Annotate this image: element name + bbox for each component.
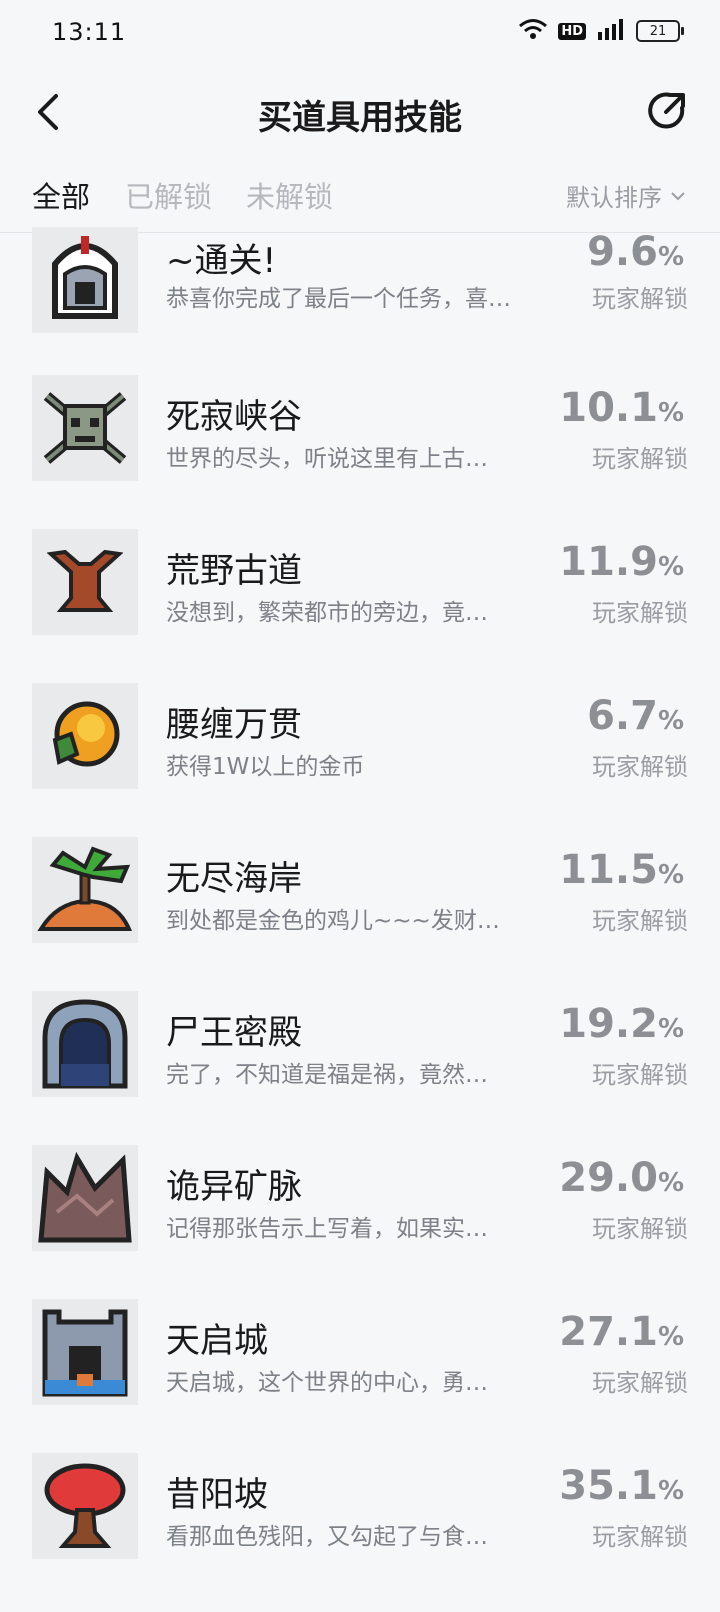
item-name: 腰缠万贯 [166, 705, 302, 745]
unlock-label: 玩家解锁 [592, 907, 688, 935]
item-name: 诡异矿脉 [166, 1167, 302, 1207]
helmet-icon [32, 227, 138, 333]
unlock-percentage: 29.0% [559, 1155, 684, 1201]
chevron-down-icon [671, 191, 685, 200]
item-description: 没想到，繁荣都市的旁边，竟… [166, 600, 488, 626]
unlock-percentage: 9.6% [587, 229, 684, 275]
signal-icon [596, 18, 626, 44]
battery-icon: 21 [636, 20, 684, 42]
tab-unlocked[interactable]: 已解锁 [125, 174, 212, 216]
list-item[interactable]: 天启城 天启城，这个世界的中心，勇… 27.1% 玩家解锁 [0, 1299, 720, 1457]
list-item[interactable]: 腰缠万贯 获得1W以上的金币 6.7% 玩家解锁 [0, 683, 720, 841]
unlock-label: 玩家解锁 [592, 1061, 688, 1089]
item-description: 记得那张告示上写着，如果实… [166, 1216, 488, 1242]
wifi-icon [518, 18, 548, 44]
palm-island-icon [32, 837, 138, 943]
status-icons: HD 21 [518, 18, 684, 44]
unlock-label: 玩家解锁 [592, 445, 688, 473]
item-name: 无尽海岸 [166, 859, 302, 899]
item-name: ~通关! [166, 241, 277, 281]
crypt-door-icon [32, 991, 138, 1097]
tab-all[interactable]: 全部 [32, 174, 90, 216]
unlock-percentage: 11.9% [559, 539, 684, 585]
battery-level: 21 [649, 23, 667, 39]
tree-stump-icon [32, 529, 138, 635]
item-description: 获得1W以上的金币 [166, 754, 365, 780]
item-description: 完了，不知道是福是祸，竟然… [166, 1062, 488, 1088]
unlock-label: 玩家解锁 [592, 599, 688, 627]
sort-dropdown[interactable]: 默认排序 [566, 178, 686, 213]
unlock-percentage: 35.1% [559, 1463, 684, 1509]
rock-icon [32, 1145, 138, 1251]
item-description: 恭喜你完成了最后一个任务，喜… [166, 286, 511, 312]
status-time: 13:11 [52, 18, 127, 46]
unlock-label: 玩家解锁 [592, 1215, 688, 1243]
unlock-label: 玩家解锁 [592, 753, 688, 781]
sort-label: 默认排序 [566, 184, 662, 212]
list-item[interactable]: 死寂峡谷 世界的尽头，听说这里有上古… 10.1% 玩家解锁 [0, 375, 720, 533]
unlock-percentage: 10.1% [559, 385, 684, 431]
list-item[interactable]: 无尽海岸 到处都是金色的鸡儿~~~发财… 11.5% 玩家解锁 [0, 837, 720, 995]
header: 买道具用技能 [0, 64, 720, 160]
unlock-percentage: 11.5% [559, 847, 684, 893]
item-name: 荒野古道 [166, 551, 302, 591]
item-description: 看那血色残阳，又勾起了与食… [166, 1524, 488, 1550]
list-item[interactable]: 诡异矿脉 记得那张告示上写着，如果实… 29.0% 玩家解锁 [0, 1145, 720, 1303]
list-item[interactable]: 昔阳坡 看那血色残阳，又勾起了与食… 35.1% 玩家解锁 [0, 1453, 720, 1611]
gold-coin-icon [32, 683, 138, 789]
hd-badge: HD [558, 22, 586, 40]
item-name: 天启城 [166, 1321, 268, 1361]
unlock-label: 玩家解锁 [592, 285, 688, 313]
item-name: 昔阳坡 [166, 1475, 268, 1515]
tab-locked[interactable]: 未解锁 [246, 174, 333, 216]
status-bar: 13:11 HD 21 [0, 0, 720, 64]
share-icon [648, 92, 685, 129]
item-description: 到处都是金色的鸡儿~~~发财… [166, 908, 500, 934]
list-item[interactable]: 尸王密殿 完了，不知道是福是祸，竟然… 19.2% 玩家解锁 [0, 991, 720, 1149]
item-name: 死寂峡谷 [166, 397, 302, 437]
unlock-percentage: 19.2% [559, 1001, 684, 1047]
share-button[interactable] [644, 88, 690, 134]
unlock-label: 玩家解锁 [592, 1523, 688, 1551]
page-title: 买道具用技能 [258, 98, 462, 138]
list-item[interactable]: ~通关! 恭喜你完成了最后一个任务，喜… 9.6% 玩家解锁 [0, 221, 720, 379]
unlock-percentage: 27.1% [559, 1309, 684, 1355]
unlock-percentage: 6.7% [587, 693, 684, 739]
castle-gate-icon [32, 1299, 138, 1405]
red-tree-icon [32, 1453, 138, 1559]
item-description: 世界的尽头，听说这里有上古… [166, 446, 488, 472]
item-name: 尸王密殿 [166, 1013, 302, 1053]
list-item[interactable]: 荒野古道 没想到，繁荣都市的旁边，竟… 11.9% 玩家解锁 [0, 529, 720, 687]
unlock-label: 玩家解锁 [592, 1369, 688, 1397]
skull-icon [32, 375, 138, 481]
item-description: 天启城，这个世界的中心，勇… [166, 1370, 488, 1396]
